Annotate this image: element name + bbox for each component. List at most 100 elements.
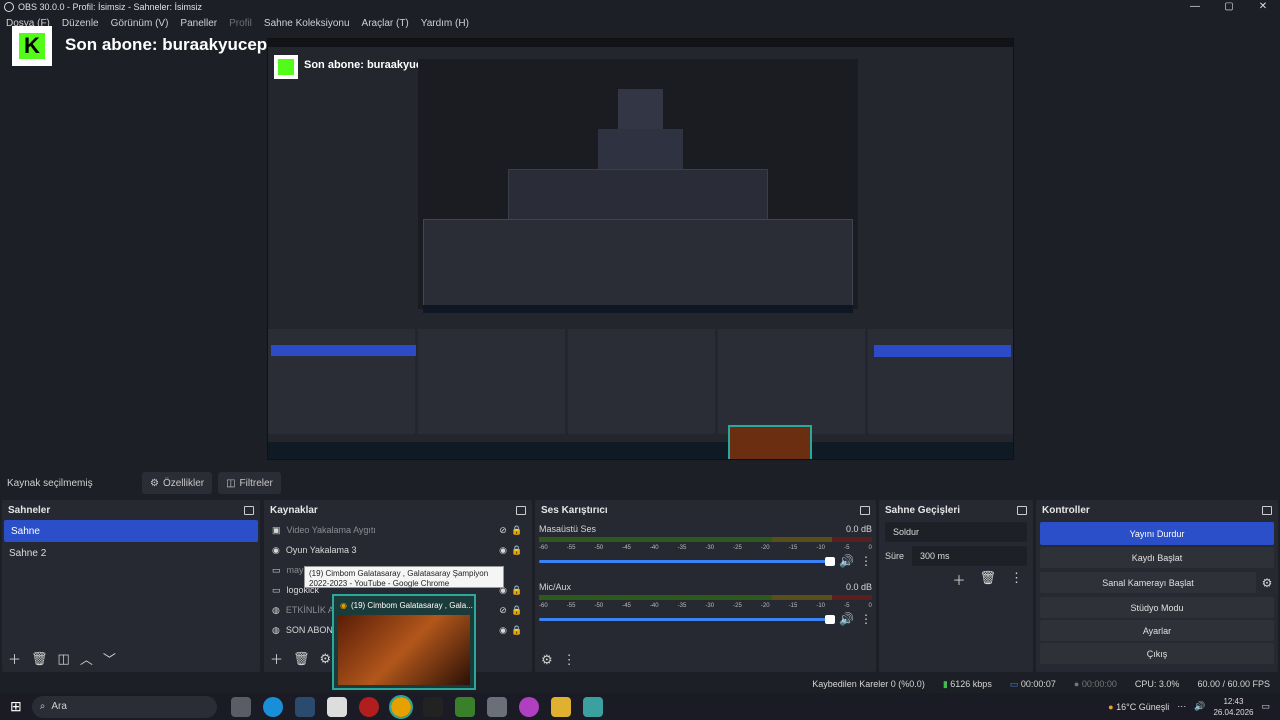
popout-icon[interactable] <box>1017 505 1027 515</box>
eye-icon[interactable]: ◉ <box>496 625 510 636</box>
tray-overflow-icon[interactable]: ⋯ <box>1177 701 1186 712</box>
source-item[interactable]: ▣ Video Yakalama Aygıtı ⊘ 🔒 <box>264 520 532 540</box>
popout-icon[interactable] <box>860 505 870 515</box>
more-icon[interactable]: ⋮ <box>1010 570 1023 589</box>
weather[interactable]: ● 16°C Güneşli <box>1108 702 1169 712</box>
trash-icon[interactable]: 🗑 <box>293 651 310 667</box>
more-icon[interactable]: ⋮ <box>860 612 872 626</box>
app-icon[interactable] <box>486 696 507 717</box>
lock-icon[interactable]: 🔒 <box>510 525 524 536</box>
add-icon[interactable]: ＋ <box>270 649 283 668</box>
settings-button[interactable]: Ayarlar <box>1040 620 1274 641</box>
nested-recursive-screen <box>418 59 858 313</box>
folder-icon[interactable] <box>550 696 571 717</box>
up-icon[interactable]: ︿ <box>80 649 93 668</box>
filters-button[interactable]: ◫ Filtreler <box>218 472 281 494</box>
nested-preview: Son abone: buraakyucepur <box>267 38 1014 460</box>
transition-select[interactable]: Soldur <box>885 522 1027 542</box>
maximize-button[interactable]: ▢ <box>1212 0 1246 14</box>
search-icon: ⌕ <box>39 701 46 712</box>
lock-icon[interactable]: 🔒 <box>510 585 524 596</box>
obs-taskbar-icon[interactable] <box>358 696 379 717</box>
sources-title: Kaynaklar <box>270 504 318 516</box>
close-button[interactable]: ✕ <box>1246 0 1280 14</box>
duration-input[interactable]: 300 ms <box>912 546 1027 566</box>
start-virtual-camera-button[interactable]: Sanal Kamerayı Başlat <box>1040 572 1256 593</box>
menu-scene-collection[interactable]: Sahne Koleksiyonu <box>264 18 350 29</box>
channel-db: 0.0 dB <box>845 582 872 592</box>
start-recording-button[interactable]: Kaydı Başlat <box>1040 547 1274 568</box>
notification-icon[interactable]: ▭ <box>1261 701 1270 712</box>
lock-icon[interactable]: 🔒 <box>510 625 524 636</box>
steam-icon[interactable] <box>294 696 315 717</box>
windows-start-icon[interactable]: ⊞ <box>10 698 22 715</box>
menu-edit[interactable]: Düzenle <box>62 18 99 29</box>
down-icon[interactable]: ﹀ <box>103 649 116 668</box>
controls-title: Kontroller <box>1042 504 1090 516</box>
store-icon[interactable] <box>326 696 347 717</box>
gear-icon[interactable]: ⚙ <box>541 652 553 668</box>
volume-meter <box>539 537 872 542</box>
trash-icon[interactable]: 🗑 <box>31 651 48 667</box>
menu-help[interactable]: Yardım (H) <box>421 18 469 29</box>
more-icon[interactable]: ⋮ <box>563 652 576 668</box>
add-icon[interactable]: ＋ <box>952 570 965 589</box>
scene-item-sahne[interactable]: Sahne <box>4 520 258 542</box>
status-bar: Kaybedilen Kareler 0 (%0.0) ▮ 6126 kbps … <box>0 675 1280 693</box>
gear-icon[interactable]: ⚙ <box>1256 576 1278 590</box>
speaker-icon[interactable]: 🔊 <box>839 554 854 568</box>
mixer-channel: Masaüstü Ses 0.0 dB -60 -55 -50 -45 -40 -35 -30… <box>535 520 876 572</box>
volume-icon[interactable]: 🔊 <box>1194 701 1205 712</box>
source-item[interactable]: ◉ Oyun Yakalama 3 ◉ 🔒 <box>264 540 532 560</box>
exit-button[interactable]: Çıkış <box>1040 643 1274 664</box>
stop-streaming-button[interactable]: Yayını Durdur <box>1040 522 1274 545</box>
gear-icon[interactable]: ⚙ <box>320 651 332 667</box>
task-view-icon[interactable] <box>230 696 251 717</box>
mixer-toolbar: ⚙ ⋮ <box>541 652 576 668</box>
app-icon[interactable] <box>582 696 603 717</box>
mixer-channel: Mic/Aux 0.0 dB -60 -55 -50 -45 -40 -35 -30 -25 -2… <box>535 578 876 630</box>
channel-name: Mic/Aux <box>539 582 572 592</box>
clock[interactable]: 12:43 26.04.2026 <box>1213 696 1253 718</box>
app-icon[interactable] <box>454 696 475 717</box>
cpu-usage: CPU: 3.0% <box>1134 679 1180 689</box>
transitions-title: Sahne Geçişleri <box>885 504 961 516</box>
volume-slider[interactable] <box>539 614 836 624</box>
menu-profile[interactable]: Profil <box>229 18 252 29</box>
scenes-dock: Sahneler Sahne Sahne 2 ＋ 🗑 ◫ ︿ ﹀ <box>2 500 260 672</box>
scene-transitions-dock: Sahne Geçişleri Soldur Süre 300 ms ＋ 🗑 ⋮ <box>879 500 1033 672</box>
app-icon[interactable] <box>518 696 539 717</box>
add-icon[interactable]: ＋ <box>8 649 21 668</box>
menu-view[interactable]: Görünüm (V) <box>111 18 169 29</box>
audio-mixer-dock: Ses Karıştırıcı Masaüstü Ses 0.0 dB -60 -5… <box>535 500 876 672</box>
speaker-icon[interactable]: 🔊 <box>839 612 854 626</box>
menu-tools[interactable]: Araçlar (T) <box>362 18 409 29</box>
volume-slider[interactable] <box>539 556 836 566</box>
popout-icon[interactable] <box>1262 505 1272 515</box>
studio-mode-button[interactable]: Stüdyo Modu <box>1040 597 1274 618</box>
lock-icon[interactable]: 🔒 <box>510 605 524 616</box>
scene-item-sahne-2[interactable]: Sahne 2 <box>2 542 260 564</box>
nested-taskbar <box>268 442 1013 459</box>
chrome-icon[interactable] <box>388 694 413 719</box>
nested-stop-stream <box>874 345 1011 357</box>
more-icon[interactable]: ⋮ <box>860 554 872 568</box>
eye-icon[interactable]: ◉ <box>496 545 510 556</box>
preview-canvas[interactable]: K Son abone: buraakyucepur Son abone: bu… <box>0 26 1280 463</box>
eye-hidden-icon[interactable]: ⊘ <box>496 525 510 536</box>
minimize-button[interactable]: — <box>1178 0 1212 14</box>
popout-icon[interactable] <box>516 505 526 515</box>
edge-icon[interactable] <box>262 696 283 717</box>
source-toolbar: Kaynak seçilmemiş ⚙ Özellikler ◫ Filtreler <box>0 471 1280 495</box>
taskbar-search[interactable]: ⌕ Ara <box>31 695 217 718</box>
lock-icon[interactable]: 🔒 <box>510 545 524 556</box>
taskbar-hover-preview[interactable]: ◉ (19) Cimbom Galatasaray , Gala... <box>332 594 476 690</box>
properties-button[interactable]: ⚙ Özellikler <box>142 472 213 494</box>
filter-icon[interactable]: ◫ <box>58 651 70 667</box>
last-subscriber-text: Son abone: buraakyucepur <box>65 35 285 54</box>
eye-hidden-icon[interactable]: ⊘ <box>496 605 510 616</box>
popout-icon[interactable] <box>244 505 254 515</box>
epic-games-icon[interactable] <box>422 696 443 717</box>
trash-icon[interactable]: 🗑 <box>979 570 996 589</box>
menu-docks[interactable]: Paneller <box>180 18 217 29</box>
